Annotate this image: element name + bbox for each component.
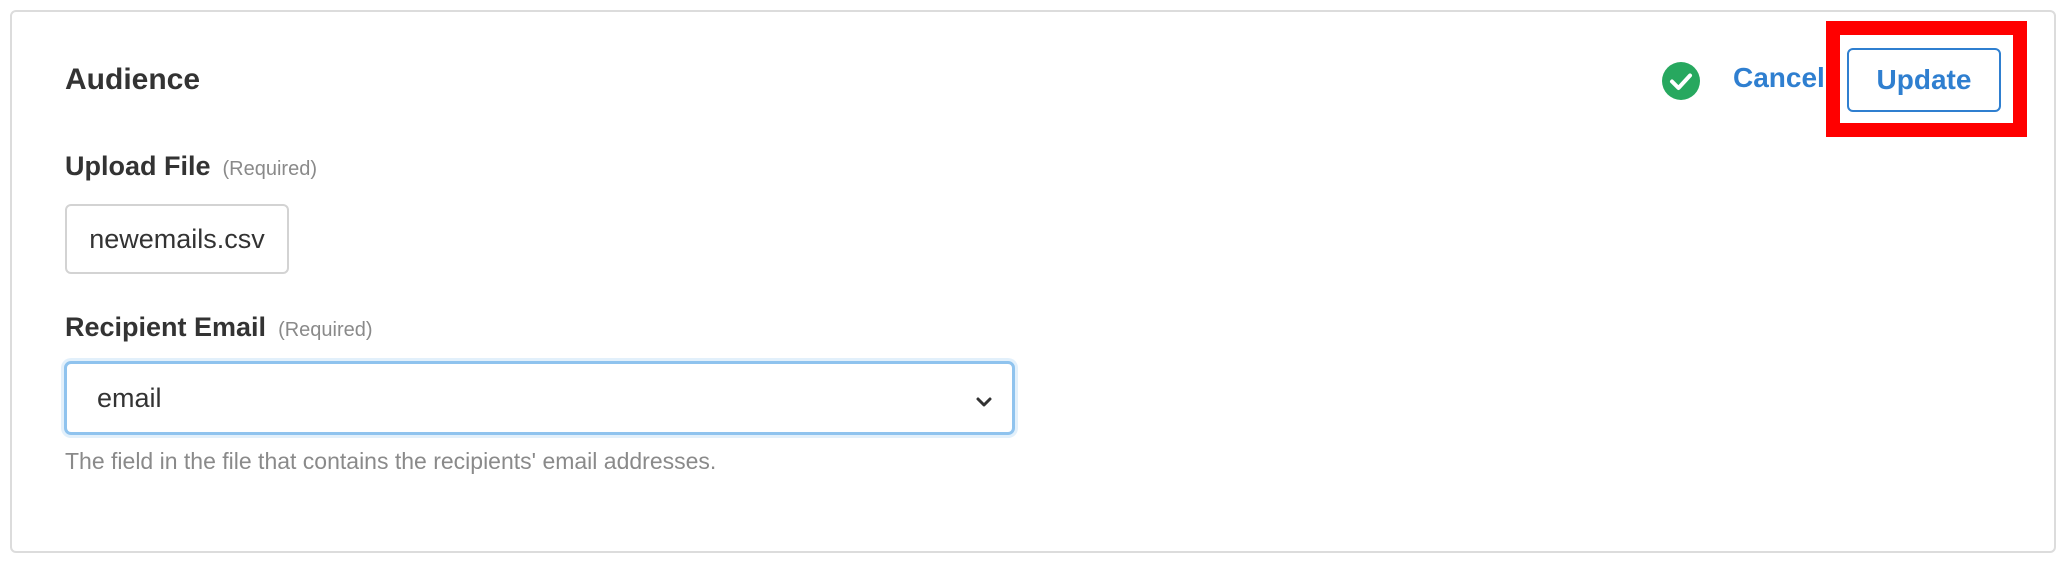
upload-file-label-text: Upload File [65, 151, 211, 181]
recipient-email-label-text: Recipient Email [65, 312, 267, 342]
recipient-email-select[interactable]: email [64, 361, 1015, 435]
recipient-email-required: (Required) [278, 319, 373, 341]
update-button[interactable]: Update [1847, 48, 2001, 112]
section-title: Audience [65, 63, 201, 96]
recipient-email-selected-value: email [97, 382, 162, 413]
upload-file-label: Upload File (Required) [65, 151, 317, 182]
check-circle-icon [1662, 62, 1700, 100]
chevron-down-icon [974, 388, 994, 408]
upload-file-button[interactable]: newemails.csv [65, 204, 289, 274]
upload-file-required: (Required) [222, 158, 317, 180]
recipient-email-help-text: The field in the file that contains the … [65, 448, 717, 474]
recipient-email-label: Recipient Email (Required) [65, 312, 373, 343]
cancel-button[interactable]: Cancel [1733, 62, 1825, 94]
